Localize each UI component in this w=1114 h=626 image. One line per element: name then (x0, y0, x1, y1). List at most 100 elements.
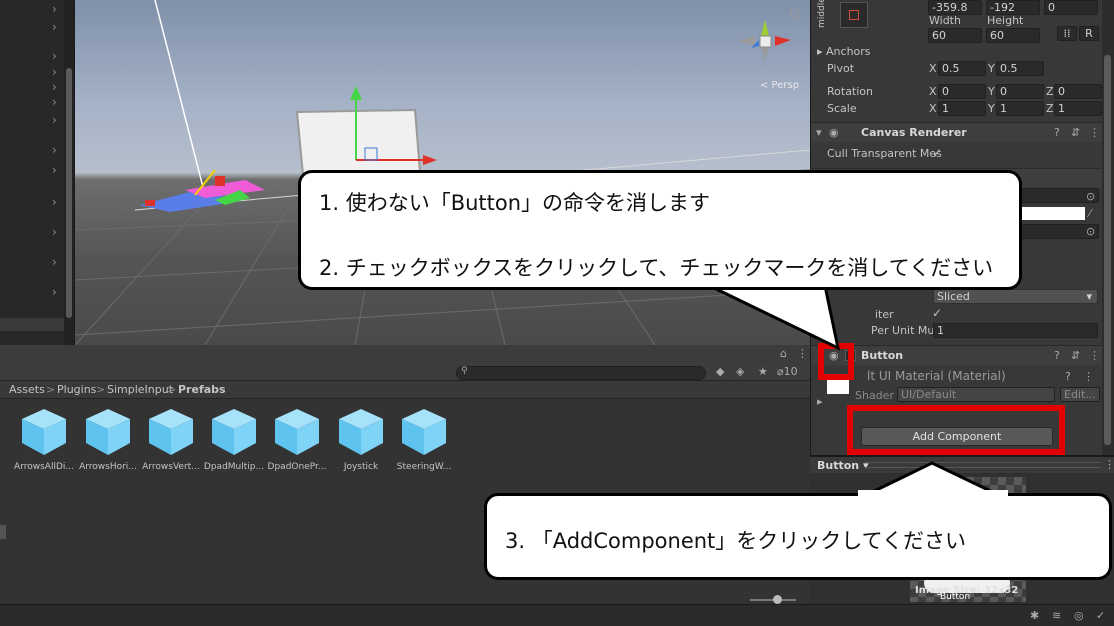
scale-y-field[interactable]: 1 (996, 101, 1044, 116)
shader-label: Shader (855, 389, 894, 402)
breadcrumb-plugins[interactable]: Plugins (57, 383, 96, 396)
pixels-per-unit-field[interactable]: 1 (933, 323, 1098, 338)
expand-arrow-icon[interactable]: › (52, 225, 57, 239)
expand-arrow-icon[interactable]: › (52, 163, 57, 177)
image-type-dropdown[interactable]: Sliced ▾ (933, 289, 1098, 304)
cloud-check-icon[interactable]: ✓ (1096, 609, 1105, 622)
pos-y-field[interactable]: -192 (986, 0, 1040, 15)
instruction-bubble-1: 1. 使わない「Button」の命令を消します 2. チェックボックスをクリック… (298, 170, 1022, 290)
preset-icon[interactable]: ⇵ (1071, 126, 1080, 139)
width-field[interactable]: 60 (928, 28, 982, 43)
prefab-cube-icon[interactable] (143, 405, 199, 460)
object-picker-icon[interactable]: ⊙ (1086, 190, 1095, 203)
scale-z-field[interactable]: 1 (1054, 101, 1102, 116)
pos-x-field[interactable]: -359.8 (928, 0, 982, 15)
help-icon[interactable]: ? (1054, 349, 1060, 362)
prefab-cube-icon[interactable] (396, 405, 452, 460)
height-field[interactable]: 60 (986, 28, 1040, 43)
instruction-bubble-2: 3. 「AddComponent」をクリックしてください (484, 493, 1112, 580)
rotation-x-field[interactable]: 0 (938, 84, 986, 99)
expand-arrow-icon[interactable]: › (52, 255, 57, 269)
foldout-arrow-icon[interactable]: ▸ (817, 395, 823, 408)
collab-icon[interactable]: ◎ (1074, 609, 1084, 622)
bug-icon[interactable]: ✱ (1030, 609, 1039, 622)
project-splitter[interactable] (0, 525, 6, 539)
anchor-preset[interactable]: middle (816, 0, 868, 32)
more-menu-icon[interactable]: ⋮ (1089, 349, 1100, 362)
breadcrumb-assets[interactable]: Assets (9, 383, 45, 396)
expand-arrow-icon[interactable]: › (52, 195, 57, 209)
persp-label: < Persp (760, 80, 799, 91)
scale-x-field[interactable]: 1 (938, 101, 986, 116)
breadcrumb-simpleinput[interactable]: SimpleInput (107, 383, 173, 396)
anchors-foldout[interactable]: ▸ Anchors (817, 45, 871, 58)
axis-y-label: Y (988, 62, 995, 75)
image-size-label: Image Size: 32x32 (915, 585, 1019, 596)
foldout-arrow-icon[interactable]: ▾ (816, 126, 822, 139)
expand-arrow-icon[interactable]: › (52, 2, 57, 16)
width-label: Width (929, 14, 961, 27)
search-icon: ⚲ (461, 366, 468, 376)
cull-checkbox[interactable]: ✓ (932, 146, 942, 160)
edit-shader-button[interactable]: Edit... (1060, 387, 1100, 402)
filter-type-icon[interactable]: ◆ (716, 365, 724, 378)
inspector-scroll-thumb[interactable] (1104, 55, 1111, 445)
prefab-cube-icon[interactable] (80, 405, 136, 460)
expand-arrow-icon[interactable]: › (52, 285, 57, 299)
expand-arrow-icon[interactable]: › (52, 95, 57, 109)
favorite-star-icon[interactable]: ★ (758, 365, 768, 378)
expand-arrow-icon[interactable]: › (52, 143, 57, 157)
expand-arrow-icon[interactable]: › (52, 113, 57, 127)
anchor-preset-icon[interactable] (840, 2, 868, 28)
prefab-cube-icon[interactable] (16, 405, 72, 460)
hidden-packages-icon[interactable]: ⌀10 (777, 365, 798, 378)
rotation-label: Rotation (827, 85, 874, 98)
rotation-y-field[interactable]: 0 (996, 84, 1044, 99)
asset-label: Joystick (343, 462, 379, 472)
instruction-step-3: 3. 「AddComponent」をクリックしてください (505, 529, 967, 553)
anchors-label: Anchors (826, 45, 871, 58)
expand-arrow-icon[interactable]: › (52, 49, 57, 63)
canvas-renderer-header[interactable]: ▾ ◉ Canvas Renderer ? ⇵ ⋮ (811, 122, 1111, 142)
more-menu-icon[interactable]: ⋮ (1104, 458, 1114, 471)
help-icon[interactable]: ? (1065, 370, 1071, 383)
object-picker-icon[interactable]: ⊙ (1086, 225, 1095, 238)
fill-center-checkbox[interactable]: ✓ (932, 306, 942, 320)
axis-y-label: Y (988, 85, 995, 98)
expand-arrow-icon[interactable]: › (52, 20, 57, 34)
more-menu-icon[interactable]: ⋮ (1083, 370, 1094, 383)
prefab-cube-icon[interactable] (333, 405, 389, 460)
blueprint-mode-button[interactable]: ⁞⁞ (1057, 26, 1077, 41)
eyedropper-icon[interactable]: ⁄ (1089, 207, 1091, 220)
color-swatch[interactable] (1019, 207, 1085, 220)
breadcrumb-prefabs[interactable]: Prefabs (178, 383, 226, 396)
layers-icon[interactable]: ≋ (1052, 609, 1061, 622)
prefab-cube-icon[interactable] (269, 405, 325, 460)
icon-size-slider-thumb[interactable] (773, 595, 782, 604)
asset-label: ArrowsVert... (142, 462, 200, 472)
expand-arrow-icon[interactable]: › (52, 65, 57, 79)
pivot-x-field[interactable]: 0.5 (938, 61, 986, 76)
pixels-per-unit-label: Per Unit Mul (871, 324, 938, 337)
pivot-y-field[interactable]: 0.5 (996, 61, 1044, 76)
label-filter-icon[interactable]: ◈ (736, 365, 744, 378)
help-icon[interactable]: ? (1054, 126, 1060, 139)
rotation-z-field[interactable]: 0 (1054, 84, 1102, 99)
pos-z-field[interactable]: 0 (1044, 0, 1098, 15)
hierarchy-selected-row[interactable] (0, 318, 64, 331)
image-type-value: Sliced (937, 290, 970, 303)
preset-icon[interactable]: ⇵ (1071, 349, 1080, 362)
instruction-step-2: 2. チェックボックスをクリックして、チェックマークを消してください (319, 256, 994, 280)
more-menu-icon[interactable]: ⋮ (1089, 126, 1100, 139)
expand-arrow-icon[interactable]: › (52, 80, 57, 94)
asset-label: DpadOnePr... (267, 462, 327, 472)
project-title-bar: ⌂ ⋮ (0, 345, 810, 363)
callout-pointer-1 (709, 283, 841, 351)
prefab-cube-icon[interactable] (206, 405, 262, 460)
hierarchy-scroll-thumb[interactable] (66, 68, 72, 318)
project-search-input[interactable]: ⚲ (456, 366, 706, 380)
canvas-renderer-title: Canvas Renderer (861, 126, 967, 139)
shader-dropdown[interactable]: UI/Default (897, 387, 1055, 402)
raw-edit-button[interactable]: R (1079, 26, 1099, 41)
hidden-count: 10 (783, 365, 798, 378)
